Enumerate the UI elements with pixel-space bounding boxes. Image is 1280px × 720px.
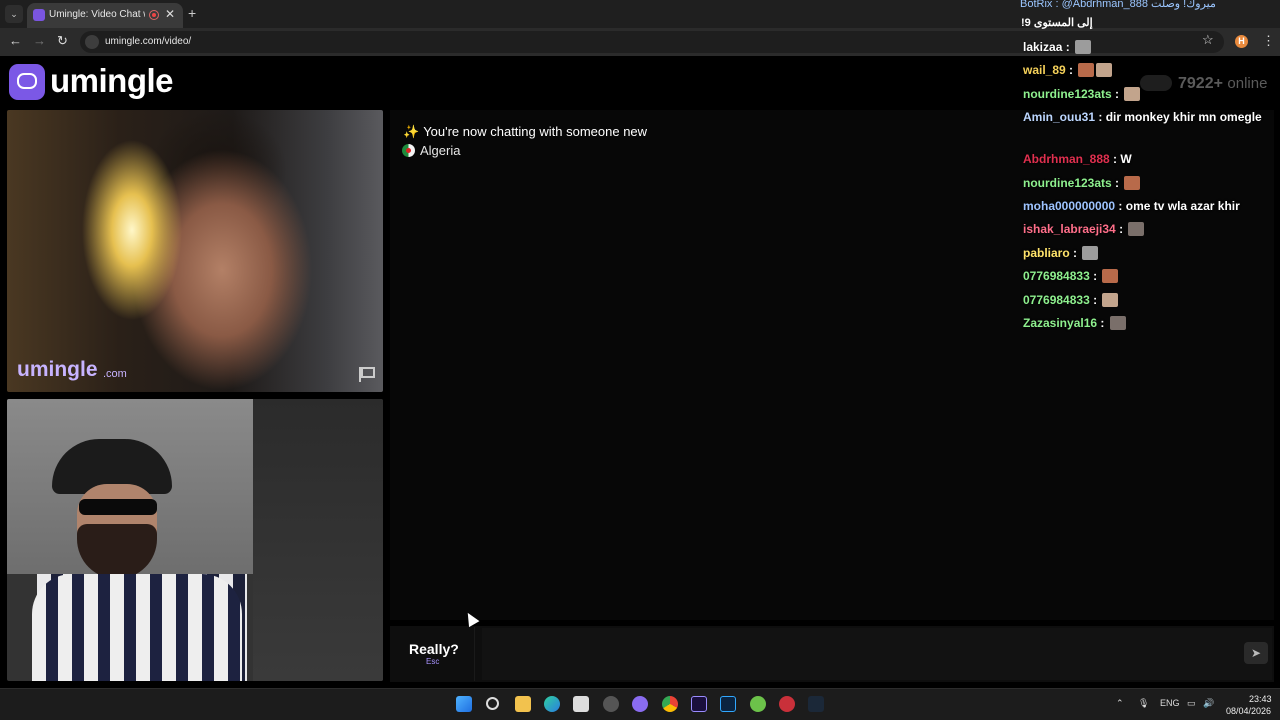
language-indicator[interactable]: ENG <box>1160 698 1180 708</box>
bookmark-star-icon[interactable]: ☆ <box>1202 32 1214 48</box>
umingle-favicon-icon <box>33 9 45 21</box>
overlay-chat-message: nourdine123ats : <box>1023 87 1141 101</box>
site-info-icon[interactable] <box>85 35 99 49</box>
emote-icon <box>1124 176 1141 190</box>
file-explorer-icon[interactable] <box>515 696 531 712</box>
message-input[interactable] <box>482 628 1272 680</box>
clock-date[interactable]: 08/04/2026 <box>1226 706 1271 716</box>
overlay-username: moha000000000 <box>1023 199 1116 213</box>
overlay-chat-message: pabliaro : <box>1023 246 1099 260</box>
new-tab-button[interactable]: + <box>188 5 196 21</box>
online-toggle[interactable] <box>1140 75 1172 91</box>
overlay-bot-message-2: !إلى المستوى 9 <box>1021 17 1093 29</box>
overlay-message-text: dir monkey khir mn omegle <box>1105 110 1262 124</box>
chat-bubble-icon <box>17 73 37 89</box>
app-icon[interactable] <box>603 696 619 712</box>
system-message-text: You're now chatting with someone new <box>423 124 648 139</box>
microphone-icon[interactable]: 🎙 <box>1138 698 1149 709</box>
back-icon[interactable]: ← <box>9 33 22 48</box>
sparkle-icon: ✨ <box>403 124 420 139</box>
recording-indicator-icon <box>149 10 159 20</box>
overlay-chat-message: wail_89 : <box>1023 63 1113 77</box>
search-icon[interactable] <box>486 697 499 710</box>
overlay-chat-message: Amin_ouu31 : dir monkey khir mn omegle <box>1023 110 1262 124</box>
send-icon[interactable]: ➤ <box>1244 642 1268 664</box>
photoshop-icon[interactable] <box>720 696 736 712</box>
network-icon[interactable]: ▭ <box>1187 698 1196 709</box>
overlay-chat-message: Zazasinyal16 : <box>1023 316 1126 330</box>
overlay-chat-message: 0776984833 : <box>1023 269 1119 283</box>
site-logo-text[interactable]: umingle <box>50 62 174 100</box>
emote-icon <box>1078 63 1095 77</box>
chat-log <box>390 110 1274 620</box>
emote-icon <box>1096 63 1113 77</box>
report-flag-icon[interactable] <box>357 366 375 382</box>
online-count-value: 7922+ <box>1178 75 1223 92</box>
video-watermark: umingle <box>17 358 98 381</box>
emote-icon <box>1102 269 1119 283</box>
overlay-bot-message: BotRix : @Abdrhman_888 ميروك! وصلت <box>1020 0 1216 10</box>
overlay-username: 0776984833 <box>1023 293 1090 307</box>
partner-country: Algeria <box>402 143 460 158</box>
system-message: ✨ You're now chatting with someone new <box>403 124 647 140</box>
tray-chevron-icon[interactable]: ⌃ <box>1116 698 1124 709</box>
emote-icon <box>1128 222 1145 236</box>
tab-title: Umingle: Video Chat with St <box>49 9 145 20</box>
overlay-chat-message: moha000000000 : ome tv wla azar khir <box>1023 199 1240 213</box>
emote-icon <box>1102 293 1119 307</box>
browser-menu-icon[interactable]: ⋮ <box>1262 33 1275 49</box>
overlay-username: 0776984833 <box>1023 269 1090 283</box>
url-text: umingle.com/video/ <box>105 36 192 47</box>
premiere-icon[interactable] <box>691 696 707 712</box>
overlay-username: Amin_ouu31 <box>1023 110 1096 124</box>
overlay-username: Abdrhman_888 <box>1023 152 1110 166</box>
online-counter: 7922+ online <box>1178 75 1267 93</box>
overlay-message-text: W <box>1120 152 1132 166</box>
chrome-icon[interactable] <box>662 696 678 712</box>
self-video <box>7 399 383 681</box>
volume-icon[interactable]: 🔊 <box>1203 698 1214 709</box>
algeria-flag-icon <box>402 144 415 157</box>
overlay-username: Zazasinyal16 <box>1023 316 1098 330</box>
emote-icon <box>1082 246 1099 260</box>
stop-button-label[interactable]: Really? <box>409 641 459 657</box>
emote-icon <box>1124 87 1141 101</box>
overlay-chat-message: 0776984833 : <box>1023 293 1119 307</box>
close-tab-button[interactable]: ✕ <box>165 7 175 21</box>
overlay-chat-message: ishak_labraeji34 : <box>1023 222 1145 236</box>
overlay-username: nourdine123ats <box>1023 87 1112 101</box>
clock-time[interactable]: 23:43 <box>1249 694 1272 704</box>
overlay-username: wail_89 <box>1023 63 1066 77</box>
torrent-icon[interactable] <box>750 696 766 712</box>
overlay-username: nourdine123ats <box>1023 176 1112 190</box>
media-player-icon[interactable] <box>779 696 795 712</box>
overlay-username: ishak_labraeji34 <box>1023 222 1116 236</box>
browser-tab-umingle[interactable]: Umingle: Video Chat with St ✕ <box>27 3 183 28</box>
edge-icon[interactable] <box>544 696 560 712</box>
emote-icon <box>1075 40 1092 54</box>
overlay-message-text: ome tv wla azar khir <box>1125 199 1240 213</box>
profile-avatar[interactable]: H <box>1235 35 1248 48</box>
forward-icon[interactable]: → <box>33 33 46 48</box>
online-count-label: online <box>1227 75 1268 92</box>
start-icon[interactable] <box>456 696 472 712</box>
stranger-video: umingle .com <box>7 110 383 392</box>
stop-button-shortcut: Esc <box>426 657 440 666</box>
overlay-chat-message: Abdrhman_888 : W <box>1023 152 1132 166</box>
overlay-chat-message: lakizaa : <box>1023 40 1092 54</box>
reload-icon[interactable]: ↻ <box>57 33 68 49</box>
chat-app-icon[interactable] <box>632 696 648 712</box>
steam-icon[interactable] <box>808 696 824 712</box>
store-icon[interactable] <box>573 696 589 712</box>
overlay-username: pabliaro <box>1023 246 1070 260</box>
emote-icon <box>1109 316 1126 330</box>
umingle-logo-icon[interactable] <box>9 64 45 100</box>
country-name: Algeria <box>420 143 461 158</box>
overlay-chat-message: nourdine123ats : <box>1023 176 1141 190</box>
tab-search-button[interactable]: ⌄ <box>5 5 23 23</box>
overlay-username: lakizaa <box>1023 40 1063 54</box>
video-watermark-suffix: .com <box>103 368 127 380</box>
